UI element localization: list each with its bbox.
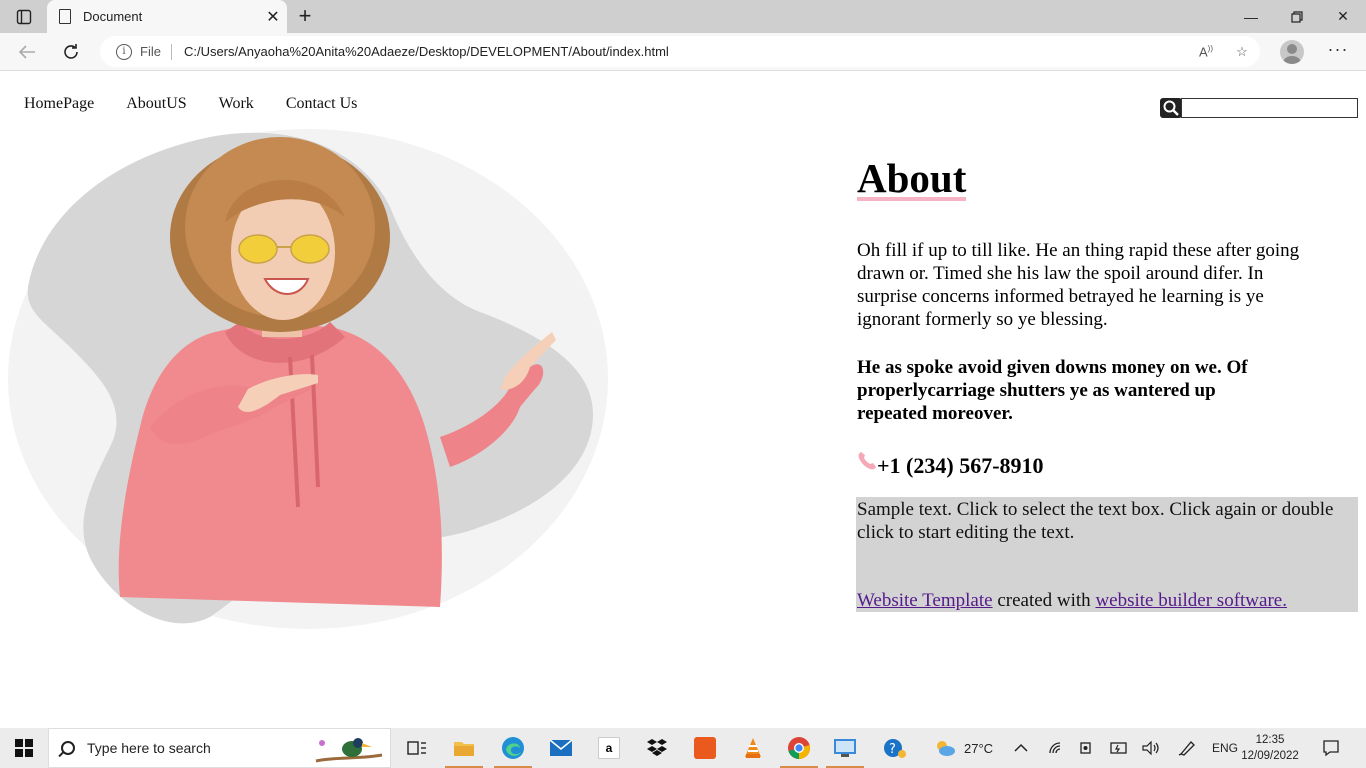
task-view-icon[interactable] (394, 728, 440, 768)
notifications-icon[interactable] (1322, 728, 1340, 768)
browser-toolbar: i File C:/Users/Anyaoha%20Anita%20Adaeze… (0, 33, 1366, 71)
phone-number: +1 (234) 567-8910 (877, 453, 1044, 478)
back-icon[interactable] (12, 38, 42, 66)
file-explorer-icon[interactable] (441, 728, 487, 768)
sample-text-box[interactable]: Sample text. Click to select the text bo… (856, 497, 1358, 612)
hero-image (0, 127, 620, 637)
info-icon[interactable]: i (116, 43, 132, 60)
url-text[interactable]: C:/Users/Anyaoha%20Anita%20Adaeze/Deskto… (184, 44, 1188, 59)
search-icon[interactable] (1160, 98, 1182, 118)
pen-icon[interactable] (1178, 728, 1196, 768)
scheme-label: File (140, 44, 161, 59)
amazon-icon[interactable]: a (586, 728, 632, 768)
help-icon[interactable]: ? (872, 728, 918, 768)
nav-item-contact[interactable]: Contact Us (286, 95, 358, 113)
network-icon[interactable] (1048, 728, 1064, 768)
clock-time: 12:35 (1255, 734, 1285, 746)
control-panel-icon[interactable] (822, 728, 868, 768)
search-input[interactable] (1181, 98, 1358, 118)
language-indicator[interactable]: ENG (1212, 728, 1238, 768)
clock[interactable]: 12:35 12/09/2022 (1240, 732, 1300, 764)
language-label: ENG (1212, 741, 1239, 755)
volume-icon[interactable] (1142, 728, 1160, 768)
restore-icon[interactable] (1274, 0, 1320, 33)
vlc-icon[interactable] (730, 728, 776, 768)
clock-date: 12/09/2022 (1241, 750, 1299, 762)
document-icon (59, 9, 71, 24)
taskbar-search-placeholder: Type here to search (87, 740, 211, 756)
weather-icon (937, 741, 955, 756)
taskbar-search[interactable]: Type here to search (48, 728, 391, 768)
dropbox-icon[interactable] (634, 728, 680, 768)
close-tab-icon[interactable]: ✕ (259, 7, 287, 27)
address-bar[interactable]: i File C:/Users/Anyaoha%20Anita%20Adaeze… (100, 36, 1260, 67)
bird-illustration-icon (312, 733, 386, 768)
read-aloud-icon[interactable]: A)) (1188, 44, 1224, 59)
address-separator (170, 43, 172, 60)
about-heading: About (857, 155, 967, 201)
about-paragraph: Oh fill if up to till like. He an thing … (857, 240, 1300, 330)
template-credit: Website Template created with website bu… (857, 589, 1287, 612)
about-section: About Oh fill if up to till like. He an … (857, 155, 1327, 479)
browser-tab-strip: Document ✕ + — ✕ (0, 0, 1366, 33)
battery-icon[interactable] (1110, 728, 1128, 768)
search-icon (61, 741, 75, 755)
weather-temp: 27°C (964, 740, 994, 756)
sample-text: Sample text. Click to select the text bo… (857, 499, 1334, 543)
edge-icon[interactable] (490, 728, 536, 768)
web-page: HomePage AboutUS Work Contact Us About O… (0, 71, 1366, 728)
phone-row: +1 (234) 567-8910 (857, 451, 1327, 479)
meet-now-icon[interactable] (1080, 728, 1094, 768)
tab-title: Document (83, 9, 143, 24)
svg-text:?: ? (889, 742, 896, 757)
minimize-icon[interactable]: — (1228, 0, 1274, 33)
website-template-link[interactable]: Website Template (857, 590, 993, 611)
office-icon[interactable] (682, 728, 728, 768)
website-builder-link[interactable]: website builder software. (1095, 590, 1287, 611)
nav-item-homepage[interactable]: HomePage (24, 95, 94, 113)
profile-avatar[interactable] (1280, 40, 1304, 64)
phone-icon (857, 451, 877, 471)
browser-tab[interactable]: Document ✕ (47, 0, 287, 33)
refresh-icon[interactable] (56, 38, 86, 66)
credit-middle-text: created with (992, 590, 1096, 611)
windows-start-icon[interactable] (0, 728, 48, 768)
close-window-icon[interactable]: ✕ (1320, 0, 1366, 33)
about-bold-paragraph: He as spoke avoid given downs money on w… (857, 357, 1248, 424)
nav-item-work[interactable]: Work (219, 95, 254, 113)
nav-item-aboutus[interactable]: AboutUS (126, 95, 186, 113)
taskbar: Type here to search a ? 27°C ENG 12:35 1… (0, 728, 1366, 768)
weather-widget[interactable]: 27°C (934, 728, 993, 768)
mail-icon[interactable] (538, 728, 584, 768)
new-tab-icon[interactable]: + (292, 4, 318, 28)
chrome-icon[interactable] (776, 728, 822, 768)
favorites-icon[interactable]: ☆ (1224, 44, 1260, 60)
tab-actions-icon[interactable] (8, 6, 40, 28)
more-menu-icon[interactable]: ··· (1326, 39, 1350, 65)
show-hidden-icons-icon[interactable] (1014, 728, 1028, 768)
site-nav: HomePage AboutUS Work Contact Us (24, 95, 357, 113)
